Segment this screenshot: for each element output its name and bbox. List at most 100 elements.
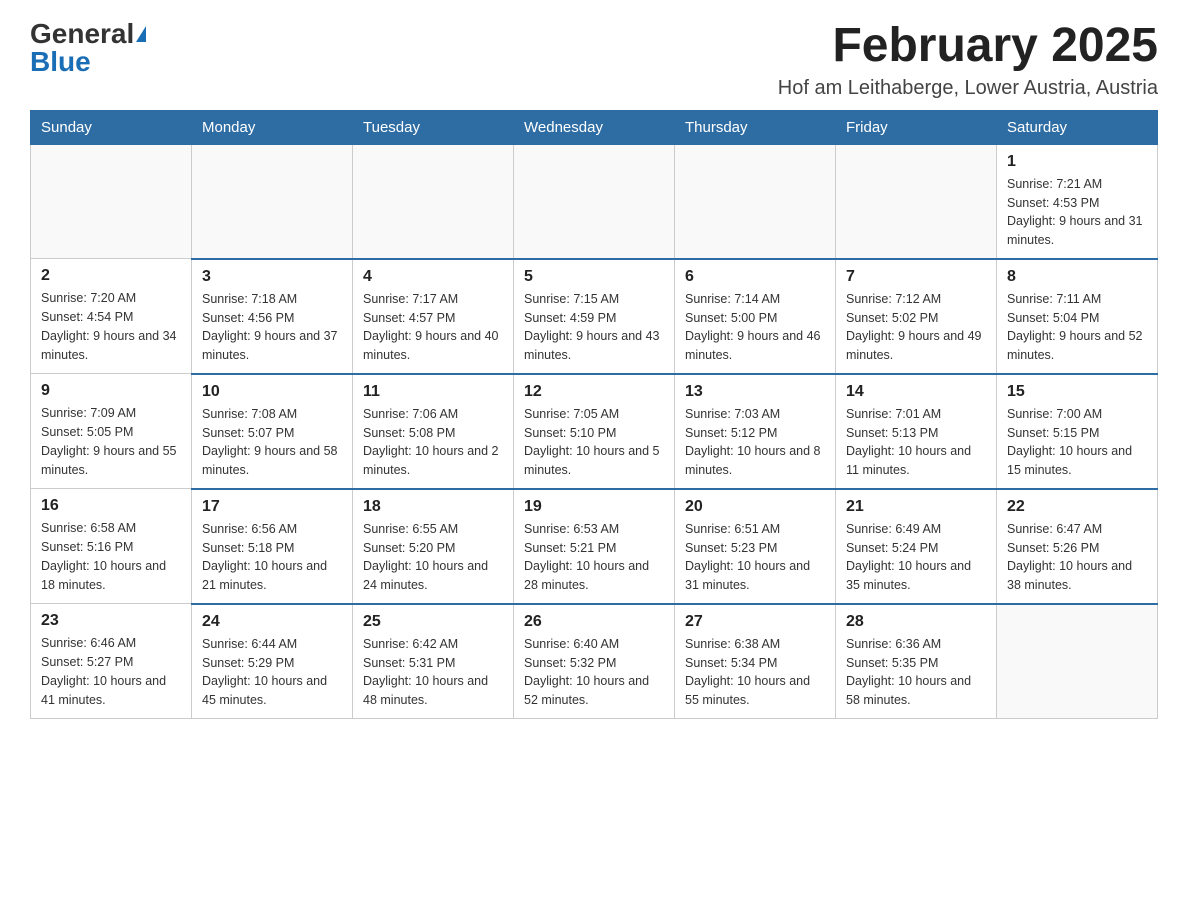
day-info: Sunrise: 7:15 AM Sunset: 4:59 PM Dayligh… — [524, 290, 664, 365]
col-friday: Friday — [836, 110, 997, 144]
day-info: Sunrise: 6:38 AM Sunset: 5:34 PM Dayligh… — [685, 635, 825, 710]
day-number: 15 — [1007, 383, 1147, 401]
day-number: 3 — [202, 268, 342, 286]
location-subtitle: Hof am Leithaberge, Lower Austria, Austr… — [778, 77, 1158, 100]
day-info: Sunrise: 6:42 AM Sunset: 5:31 PM Dayligh… — [363, 635, 503, 710]
table-row: 13 Sunrise: 7:03 AM Sunset: 5:12 PM Dayli… — [675, 374, 836, 489]
day-number: 26 — [524, 613, 664, 631]
day-info: Sunrise: 7:08 AM Sunset: 5:07 PM Dayligh… — [202, 405, 342, 480]
table-row — [192, 144, 353, 259]
day-number: 24 — [202, 613, 342, 631]
day-number: 20 — [685, 498, 825, 516]
col-monday: Monday — [192, 110, 353, 144]
day-number: 9 — [41, 382, 181, 400]
day-info: Sunrise: 7:12 AM Sunset: 5:02 PM Dayligh… — [846, 290, 986, 365]
day-info: Sunrise: 6:53 AM Sunset: 5:21 PM Dayligh… — [524, 520, 664, 595]
day-number: 23 — [41, 612, 181, 630]
table-row: 12Sunrise: 7:05 AM Sunset: 5:10 PM Dayli… — [514, 374, 675, 489]
col-tuesday: Tuesday — [353, 110, 514, 144]
table-row — [836, 144, 997, 259]
table-row — [353, 144, 514, 259]
table-row: 22 Sunrise: 6:47 AM Sunset: 5:26 PM Dayli… — [997, 489, 1158, 604]
day-info: Sunrise: 7:21 AM Sunset: 4:53 PM Dayligh… — [1007, 175, 1147, 250]
table-row: 11Sunrise: 7:06 AM Sunset: 5:08 PM Dayli… — [353, 374, 514, 489]
table-row: 23 Sunrise: 6:46 AM Sunset: 5:27 PM Dayli… — [31, 604, 192, 719]
day-info: Sunrise: 7:09 AM Sunset: 5:05 PM Dayligh… — [41, 404, 181, 479]
logo-general: General — [30, 20, 134, 48]
day-number: 28 — [846, 613, 986, 631]
table-row: 26 Sunrise: 6:40 AM Sunset: 5:32 PM Dayli… — [514, 604, 675, 719]
day-number: 25 — [363, 613, 503, 631]
day-info: Sunrise: 6:55 AM Sunset: 5:20 PM Dayligh… — [363, 520, 503, 595]
day-number: 7 — [846, 268, 986, 286]
day-info: Sunrise: 6:58 AM Sunset: 5:16 PM Dayligh… — [41, 519, 181, 594]
table-row: 25 Sunrise: 6:42 AM Sunset: 5:31 PM Dayli… — [353, 604, 514, 719]
day-info: Sunrise: 6:36 AM Sunset: 5:35 PM Dayligh… — [846, 635, 986, 710]
day-number: 21 — [846, 498, 986, 516]
day-info: Sunrise: 6:56 AM Sunset: 5:18 PM Dayligh… — [202, 520, 342, 595]
table-row: 6 Sunrise: 7:14 AM Sunset: 5:00 PM Daylig… — [675, 259, 836, 374]
day-number: 2 — [41, 267, 181, 285]
header: General Blue February 2025 Hof am Leitha… — [30, 20, 1158, 100]
day-info: Sunrise: 6:46 AM Sunset: 5:27 PM Dayligh… — [41, 634, 181, 709]
day-number: 17 — [202, 498, 342, 516]
table-row: 17 Sunrise: 6:56 AM Sunset: 5:18 PM Dayli… — [192, 489, 353, 604]
day-info: Sunrise: 6:47 AM Sunset: 5:26 PM Dayligh… — [1007, 520, 1147, 595]
table-row: 16 Sunrise: 6:58 AM Sunset: 5:16 PM Dayli… — [31, 489, 192, 604]
table-row: 3 Sunrise: 7:18 AM Sunset: 4:56 PM Daylig… — [192, 259, 353, 374]
day-info: Sunrise: 6:44 AM Sunset: 5:29 PM Dayligh… — [202, 635, 342, 710]
day-info: Sunrise: 6:49 AM Sunset: 5:24 PM Dayligh… — [846, 520, 986, 595]
day-number: 4 — [363, 268, 503, 286]
table-row: 2 Sunrise: 7:20 AM Sunset: 4:54 PM Daylig… — [31, 259, 192, 374]
day-number: 6 — [685, 268, 825, 286]
calendar-week-row: 23 Sunrise: 6:46 AM Sunset: 5:27 PM Dayli… — [31, 604, 1158, 719]
calendar-header-row: Sunday Monday Tuesday Wednesday Thursday… — [31, 110, 1158, 144]
logo-blue: Blue — [30, 48, 91, 76]
table-row: 20 Sunrise: 6:51 AM Sunset: 5:23 PM Dayli… — [675, 489, 836, 604]
day-number: 5 — [524, 268, 664, 286]
table-row: 28 Sunrise: 6:36 AM Sunset: 5:35 PM Dayli… — [836, 604, 997, 719]
col-sunday: Sunday — [31, 110, 192, 144]
table-row: 7 Sunrise: 7:12 AM Sunset: 5:02 PM Daylig… — [836, 259, 997, 374]
day-info: Sunrise: 7:00 AM Sunset: 5:15 PM Dayligh… — [1007, 405, 1147, 480]
day-number: 13 — [685, 383, 825, 401]
day-number: 8 — [1007, 268, 1147, 286]
day-info: Sunrise: 7:03 AM Sunset: 5:12 PM Dayligh… — [685, 405, 825, 480]
table-row — [31, 144, 192, 259]
logo: General Blue — [30, 20, 146, 76]
day-number: 19 — [524, 498, 664, 516]
calendar-week-row: 1 Sunrise: 7:21 AM Sunset: 4:53 PM Daylig… — [31, 144, 1158, 259]
day-number: 18 — [363, 498, 503, 516]
calendar-week-row: 2 Sunrise: 7:20 AM Sunset: 4:54 PM Daylig… — [31, 259, 1158, 374]
day-info: Sunrise: 7:11 AM Sunset: 5:04 PM Dayligh… — [1007, 290, 1147, 365]
table-row — [675, 144, 836, 259]
day-number: 1 — [1007, 153, 1147, 171]
table-row — [997, 604, 1158, 719]
day-number: 14 — [846, 383, 986, 401]
day-number: 22 — [1007, 498, 1147, 516]
day-info: Sunrise: 6:40 AM Sunset: 5:32 PM Dayligh… — [524, 635, 664, 710]
logo-triangle-icon — [136, 26, 146, 42]
month-title: February 2025 — [778, 20, 1158, 73]
day-info: Sunrise: 6:51 AM Sunset: 5:23 PM Dayligh… — [685, 520, 825, 595]
table-row: 8 Sunrise: 7:11 AM Sunset: 5:04 PM Daylig… — [997, 259, 1158, 374]
table-row: 27 Sunrise: 6:38 AM Sunset: 5:34 PM Dayli… — [675, 604, 836, 719]
col-wednesday: Wednesday — [514, 110, 675, 144]
table-row: 24 Sunrise: 6:44 AM Sunset: 5:29 PM Dayli… — [192, 604, 353, 719]
day-info: Sunrise: 7:20 AM Sunset: 4:54 PM Dayligh… — [41, 289, 181, 364]
calendar-week-row: 9 Sunrise: 7:09 AM Sunset: 5:05 PM Daylig… — [31, 374, 1158, 489]
day-number: 12 — [524, 383, 664, 401]
day-info: Sunrise: 7:01 AM Sunset: 5:13 PM Dayligh… — [846, 405, 986, 480]
day-number: 27 — [685, 613, 825, 631]
day-number: 16 — [41, 497, 181, 515]
day-info: Sunrise: 7:18 AM Sunset: 4:56 PM Dayligh… — [202, 290, 342, 365]
table-row: 4 Sunrise: 7:17 AM Sunset: 4:57 PM Daylig… — [353, 259, 514, 374]
day-number: 11 — [363, 383, 503, 401]
day-info: Sunrise: 7:14 AM Sunset: 5:00 PM Dayligh… — [685, 290, 825, 365]
day-info: Sunrise: 7:17 AM Sunset: 4:57 PM Dayligh… — [363, 290, 503, 365]
col-thursday: Thursday — [675, 110, 836, 144]
table-row: 14 Sunrise: 7:01 AM Sunset: 5:13 PM Dayli… — [836, 374, 997, 489]
title-area: February 2025 Hof am Leithaberge, Lower … — [778, 20, 1158, 100]
table-row: 10Sunrise: 7:08 AM Sunset: 5:07 PM Dayli… — [192, 374, 353, 489]
table-row: 18 Sunrise: 6:55 AM Sunset: 5:20 PM Dayli… — [353, 489, 514, 604]
